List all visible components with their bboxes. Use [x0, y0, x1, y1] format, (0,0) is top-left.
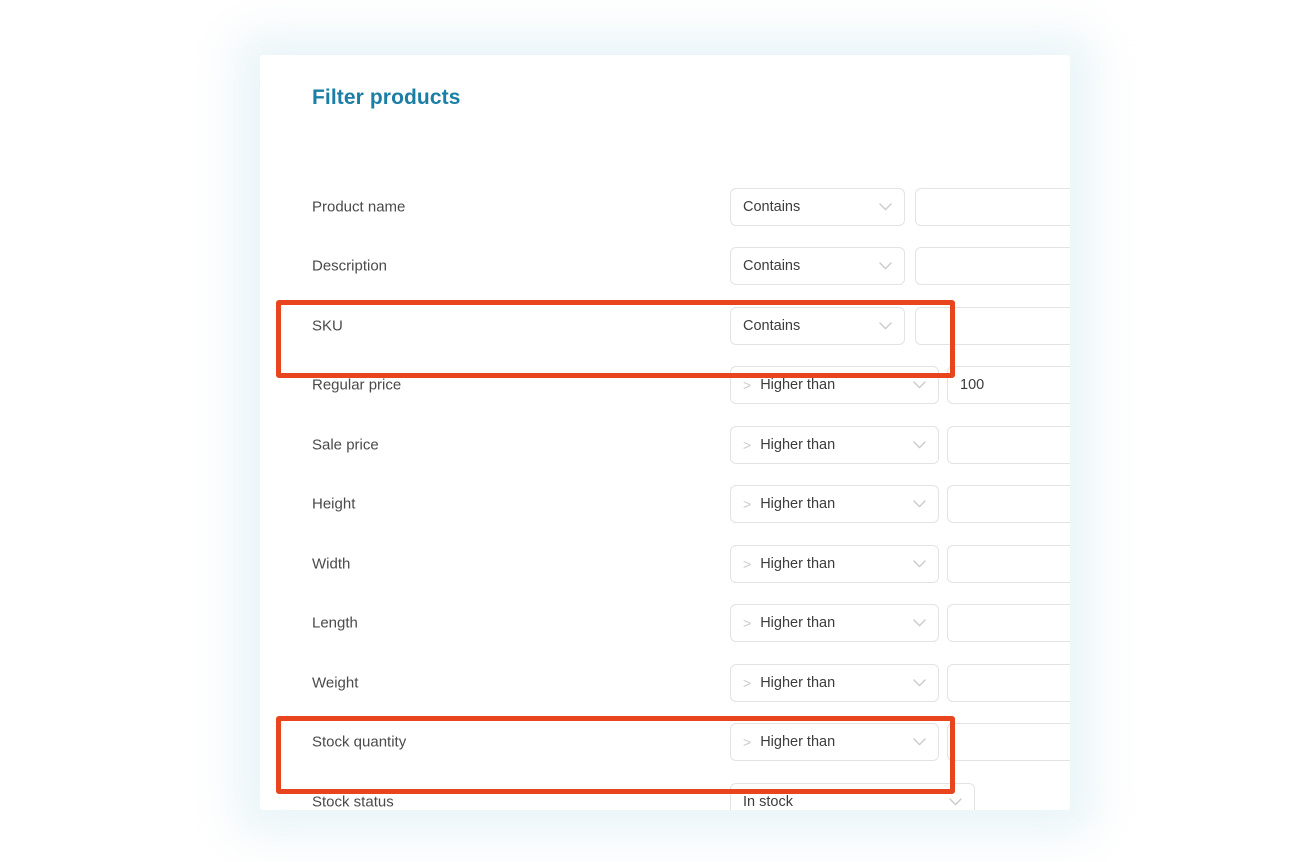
- value-input-product-name[interactable]: [915, 187, 1070, 226]
- operator-select-regular-price[interactable]: > Higher than: [730, 366, 939, 405]
- chevron-down-icon: [913, 500, 926, 508]
- row-label-sku: SKU: [312, 317, 343, 335]
- filter-row-weight: Weight>Higher thankg: [260, 653, 1070, 713]
- operator-select-value-product-name: Contains: [743, 198, 801, 215]
- greater-than-icon: >: [743, 674, 752, 691]
- chevron-down-icon: [879, 322, 892, 330]
- row-label-description: Description: [312, 257, 388, 275]
- greater-than-icon: >: [743, 555, 752, 572]
- row-label-product-name: Product name: [312, 198, 406, 216]
- operator-select-length[interactable]: > Higher than: [730, 604, 939, 643]
- chevron-down-icon: [913, 381, 926, 389]
- operator-select-value-description: Contains: [743, 258, 801, 275]
- row-label-sale-price: Sale price: [312, 436, 379, 454]
- operator-select-stock-quantity[interactable]: > Higher than: [730, 723, 939, 762]
- value-input-sku[interactable]: [915, 306, 1070, 345]
- value-input-stock-quantity[interactable]: [947, 723, 1070, 762]
- chevron-down-icon: [913, 560, 926, 568]
- operator-select-sale-price[interactable]: > Higher than: [730, 425, 939, 464]
- operator-select-value-height: Higher than: [760, 496, 836, 513]
- filter-row-length: Length>Higher thancm: [260, 594, 1070, 654]
- chevron-down-icon: [913, 441, 926, 449]
- row-label-height: Height: [312, 495, 356, 513]
- filter-row-description: Description Contains: [260, 237, 1070, 297]
- row-label-stock-quantity: Stock quantity: [312, 733, 407, 751]
- value-input-regular-price[interactable]: 100: [947, 366, 1070, 405]
- value-input-weight[interactable]: [947, 663, 1070, 702]
- filter-row-sku: SKU Contains: [260, 296, 1070, 356]
- greater-than-icon: >: [743, 496, 752, 513]
- chevron-down-icon: [913, 679, 926, 687]
- value-input-length[interactable]: [947, 604, 1070, 643]
- filter-row-height: Height>Higher thancm: [260, 475, 1070, 535]
- value-input-text-regular-price: 100: [960, 377, 985, 394]
- row-label-regular-price: Regular price: [312, 376, 402, 394]
- value-input-sale-price[interactable]: [947, 425, 1070, 464]
- row-label-weight: Weight: [312, 674, 359, 692]
- chevron-down-icon: [879, 262, 892, 270]
- greater-than-icon: >: [743, 436, 752, 453]
- row-label-width: Width: [312, 555, 351, 573]
- operator-select-value-stock-quantity: Higher than: [760, 734, 836, 751]
- operator-select-value-weight: Higher than: [760, 674, 836, 691]
- row-label-length: Length: [312, 614, 358, 632]
- operator-select-height[interactable]: > Higher than: [730, 485, 939, 524]
- operator-select-value-length: Higher than: [760, 615, 836, 632]
- operator-select-value-sku: Contains: [743, 317, 801, 334]
- greater-than-icon: >: [743, 734, 752, 751]
- operator-select-description[interactable]: Contains: [730, 247, 905, 286]
- operator-select-value-width: Higher than: [760, 555, 836, 572]
- filter-row-product-name: Product name Contains: [260, 177, 1070, 237]
- greater-than-icon: >: [743, 615, 752, 632]
- chevron-down-icon: [879, 203, 892, 211]
- filter-products-card: Filter products Product name Contains Desc…: [260, 55, 1070, 810]
- chevron-down-icon: [949, 798, 962, 806]
- filter-row-regular-price: Regular price>Higher than100$: [260, 356, 1070, 416]
- value-input-width[interactable]: [947, 544, 1070, 583]
- operator-select-value-stock-status: In stock: [743, 793, 793, 810]
- screen: Filter products Product name Contains Desc…: [0, 0, 1300, 862]
- operator-select-width[interactable]: > Higher than: [730, 544, 939, 583]
- filter-row-width: Width>Higher thancm: [260, 534, 1070, 594]
- page-title: Filter products: [312, 86, 461, 109]
- chevron-down-icon: [913, 619, 926, 627]
- operator-select-value-sale-price: Higher than: [760, 436, 836, 453]
- filter-row-stock-quantity: Stock quantity > Higher than: [260, 713, 1070, 773]
- operator-select-product-name[interactable]: Contains: [730, 187, 905, 226]
- value-input-description[interactable]: [915, 247, 1070, 286]
- operator-select-weight[interactable]: > Higher than: [730, 663, 939, 702]
- filter-row-stock-status: Stock status In stock: [260, 772, 1070, 810]
- filter-rows: Product name Contains Description Contains S…: [260, 177, 1070, 810]
- filter-row-sale-price: Sale price>Higher than$: [260, 415, 1070, 475]
- operator-select-sku[interactable]: Contains: [730, 306, 905, 345]
- chevron-down-icon: [913, 738, 926, 746]
- operator-select-value-regular-price: Higher than: [760, 377, 836, 394]
- greater-than-icon: >: [743, 377, 752, 394]
- row-label-stock-status: Stock status: [312, 793, 394, 810]
- value-input-height[interactable]: [947, 485, 1070, 524]
- operator-select-stock-status[interactable]: In stock: [730, 782, 975, 810]
